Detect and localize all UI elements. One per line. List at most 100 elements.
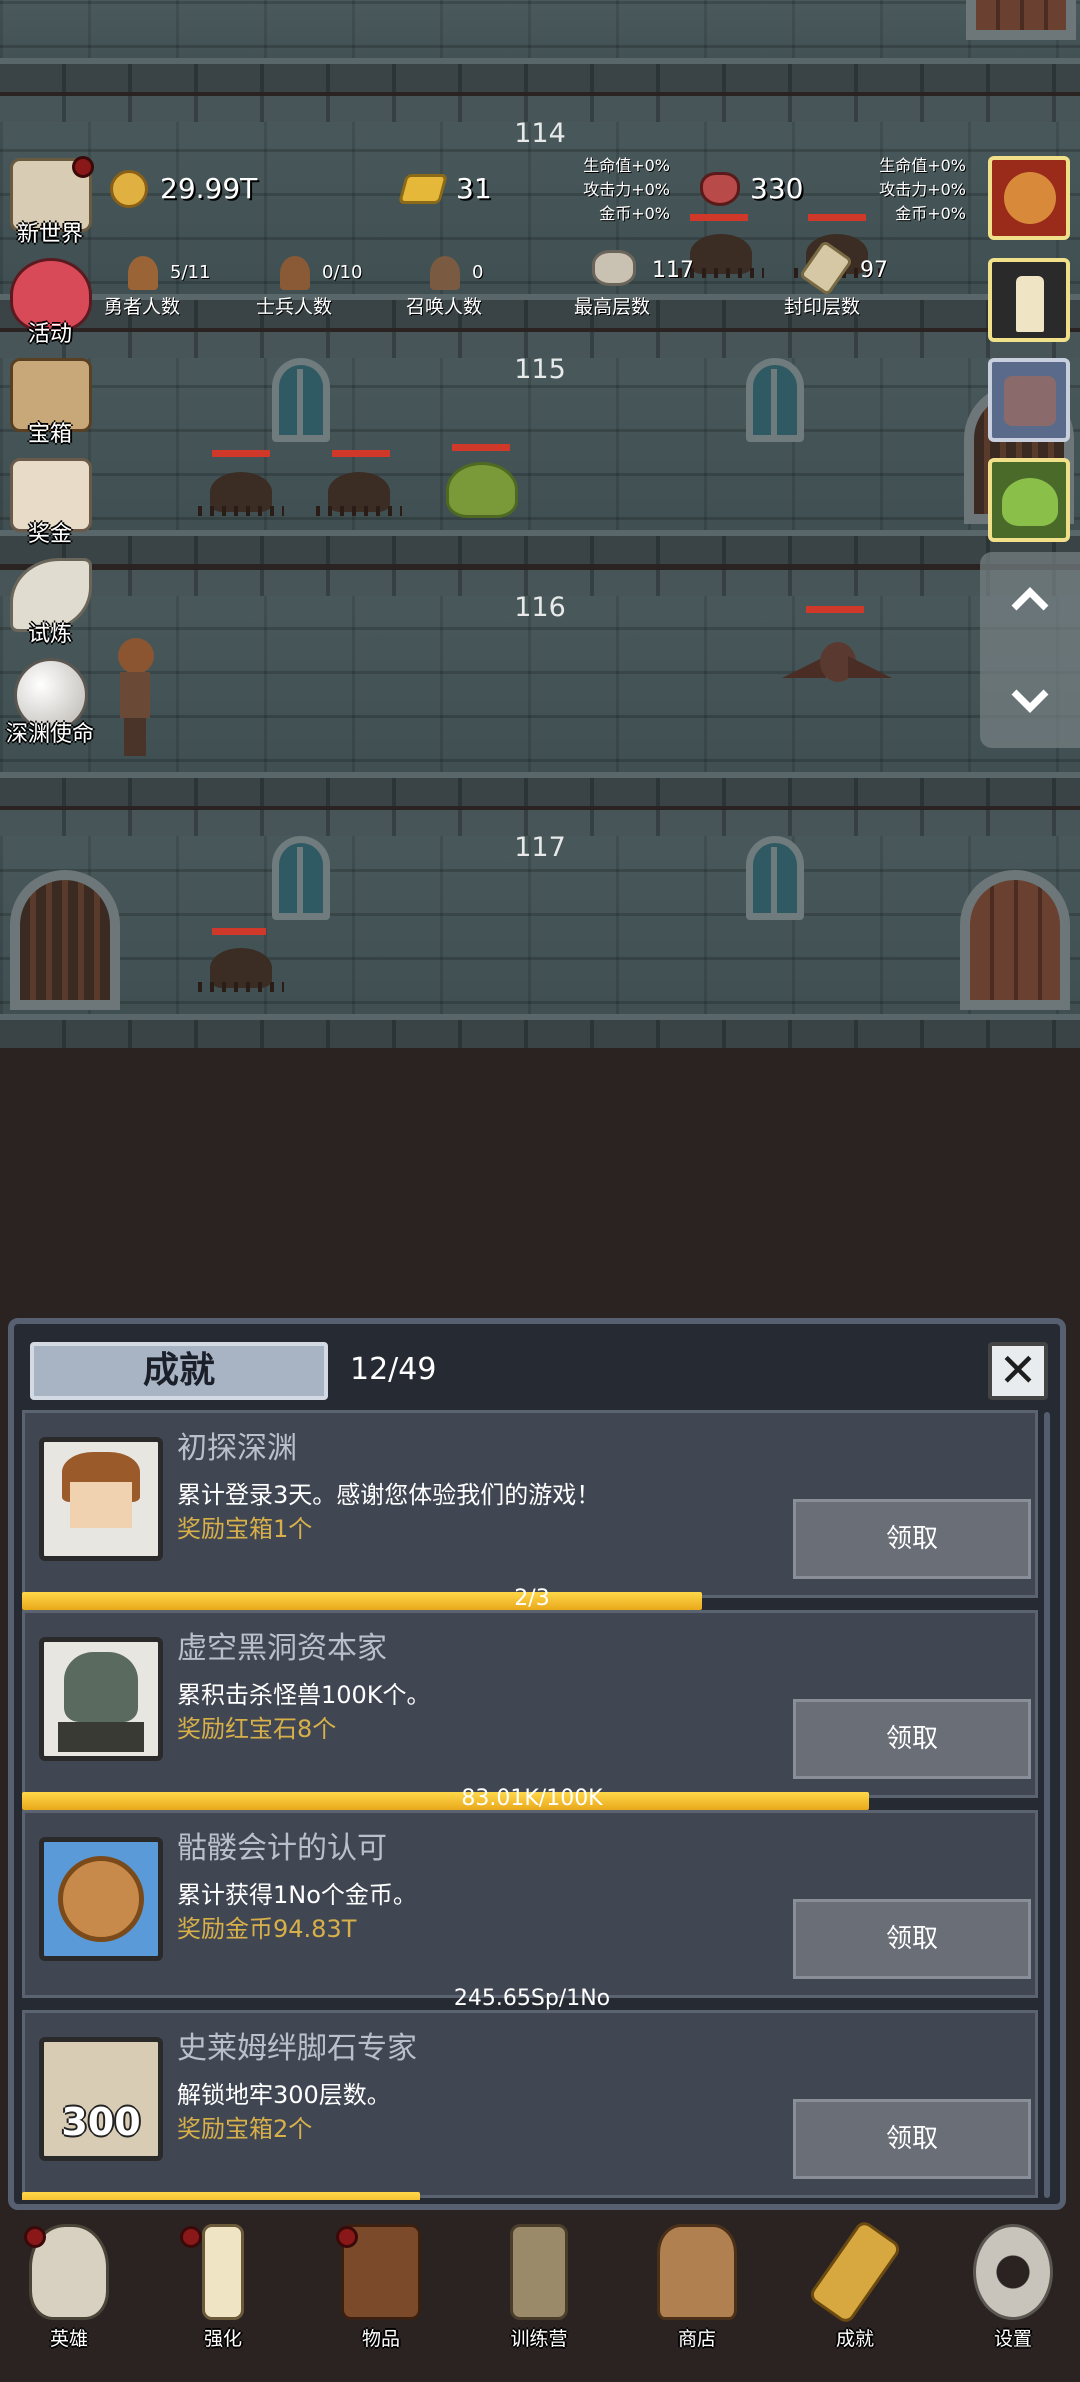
- claim-button[interactable]: 领取: [793, 2099, 1031, 2179]
- side-btn-label: 试炼: [27, 622, 72, 647]
- scroll-up-button[interactable]: [1010, 580, 1050, 620]
- claim-button[interactable]: 领取: [793, 1899, 1031, 1979]
- notification-dot: [72, 156, 94, 178]
- notification-dot: [24, 2226, 46, 2248]
- claim-button[interactable]: 领取: [793, 1499, 1031, 1579]
- candle-card[interactable]: [988, 258, 1070, 342]
- nav-label: 强化: [203, 2328, 242, 2350]
- nav-label: 商店: [677, 2328, 716, 2350]
- side-btn-chest[interactable]: 宝箱: [2, 352, 98, 448]
- ruby-icon: [700, 172, 740, 206]
- scroll-down-button[interactable]: [1010, 680, 1050, 720]
- hero-torso: [120, 672, 150, 718]
- bomb-card[interactable]: [988, 156, 1070, 240]
- map-300-number: 300: [61, 2100, 141, 2144]
- floor-ledge: [0, 58, 1080, 92]
- bottom-nav: 英雄 强化 物品 训练营 商店 成就 设置: [0, 2212, 1080, 2382]
- side-btn-label: 宝箱: [27, 422, 72, 447]
- bonus-hp: 生命值+0%: [583, 156, 670, 175]
- candle-icon: [202, 2224, 244, 2320]
- bonus-gold: 金币+0%: [599, 204, 670, 223]
- bonus-attack: 攻击力+0%: [879, 180, 966, 199]
- summon-icon: [430, 256, 460, 290]
- chest-monster-card[interactable]: [988, 358, 1070, 442]
- side-btn-trial[interactable]: 试炼: [2, 552, 98, 648]
- max-floor-value: 117: [652, 258, 694, 283]
- progress-text: 83.01K/100K: [461, 1786, 603, 1811]
- brave-label: 勇者人数: [104, 296, 181, 318]
- achievement-item: 300 史莱姆绊脚石专家 解锁地牢300层数。 奖励宝箱2个 领取: [22, 2010, 1038, 2198]
- bonus-stats-left: 生命值+0% 攻击力+0% 金币+0%: [560, 154, 670, 226]
- achievement-desc: 累积击杀怪兽100K个。: [177, 1681, 431, 1709]
- slime-icon: [1002, 478, 1058, 526]
- nav-label: 英雄: [49, 2328, 88, 2350]
- achievement-progress-bar: 245.65Sp/1No: [22, 1986, 1042, 2011]
- max-floor-label: 最高层数: [574, 296, 651, 318]
- coin-portrait-icon: [39, 1837, 163, 1961]
- achievement-reward: 奖励宝箱2个: [177, 2115, 313, 2143]
- enemy-hp-bar: [332, 450, 390, 457]
- achievement-reward: 奖励红宝石8个: [177, 1715, 337, 1743]
- sealed-floor-value: 97: [860, 258, 888, 283]
- floor-ledge: [0, 772, 1080, 806]
- achievement-reward: 奖励金币94.83T: [177, 1915, 357, 1943]
- gold-bar-amount: 31: [456, 172, 492, 205]
- claim-button[interactable]: 领取: [793, 1699, 1031, 1779]
- side-btn-label: 新世界: [16, 222, 83, 247]
- panel-title-tab: 成就: [30, 1342, 328, 1400]
- barred-arch: [10, 870, 120, 1010]
- achievement-name: 史莱姆绊脚石专家: [177, 2031, 417, 2066]
- coin-shape: [58, 1856, 144, 1942]
- nav-shop[interactable]: 商店: [642, 2224, 752, 2364]
- zombie-portrait-icon: [39, 1637, 163, 1761]
- enemy-hp-bar: [212, 928, 266, 935]
- nav-achievements[interactable]: 成就: [800, 2218, 910, 2364]
- achievement-desc: 累计登录3天。感谢您体验我们的游戏！: [177, 1481, 601, 1509]
- lantern-icon: [510, 2224, 568, 2320]
- beer-mug-icon: [657, 2224, 737, 2320]
- progress-text: 245.65Sp/1No: [453, 1986, 611, 2011]
- side-btn-label: 奖金: [27, 522, 72, 547]
- nav-heroes[interactable]: 英雄: [14, 2224, 124, 2364]
- achievement-desc: 累计获得1No个金币。: [177, 1881, 417, 1909]
- enemy-hp-bar: [690, 214, 748, 221]
- spider-enemy: [198, 472, 284, 516]
- close-button[interactable]: ✕: [988, 1342, 1048, 1400]
- summon-count: 0: [472, 262, 484, 283]
- portrait-head: [64, 1652, 138, 1722]
- chest-monster-icon: [1004, 376, 1056, 426]
- achievement-progress-bar: 83.01K/100K: [22, 1786, 1042, 1811]
- nav-label: 设置: [993, 2328, 1032, 2350]
- nav-label: 物品: [361, 2328, 400, 2350]
- side-btn-bonus[interactable]: 奖金: [2, 452, 98, 548]
- gold-coin-icon: [110, 170, 148, 208]
- side-btn-event[interactable]: 活动: [2, 252, 98, 348]
- nav-items[interactable]: 物品: [326, 2224, 436, 2364]
- soldier-count: 0/10: [322, 262, 363, 283]
- bonus-hp: 生命值+0%: [879, 156, 966, 175]
- map-300-icon: 300: [39, 2037, 163, 2161]
- nav-label: 成就: [835, 2328, 874, 2350]
- door: [960, 870, 1070, 1010]
- chevron-up-icon: [1011, 587, 1049, 611]
- nav-enhance[interactable]: 强化: [168, 2224, 278, 2364]
- achievement-progress-bar: [22, 2192, 1042, 2200]
- floor-number: 117: [514, 832, 566, 863]
- bomb-icon: [1004, 172, 1056, 224]
- ruby-amount: 330: [750, 172, 804, 205]
- achievement-progress-bar: 2/3: [22, 1586, 1042, 1611]
- slime-enemy: [446, 462, 518, 518]
- nav-settings[interactable]: 设置: [958, 2224, 1068, 2364]
- slime-card[interactable]: [988, 458, 1070, 542]
- side-btn-new-world[interactable]: 新世界: [2, 152, 98, 248]
- side-btn-abyss-mission[interactable]: 深渊使命: [2, 652, 98, 748]
- bat-wing: [848, 656, 892, 678]
- achievement-desc: 解锁地牢300层数。: [177, 2081, 391, 2109]
- sealed-floor-label: 封印层数: [784, 296, 861, 318]
- spider-enemy: [198, 948, 284, 992]
- notification-dot: [336, 2226, 358, 2248]
- floor-ledge: [0, 1014, 1080, 1048]
- achievement-list[interactable]: 初探深渊 累计登录3天。感谢您体验我们的游戏！ 奖励宝箱1个 领取 2/3 虚空…: [22, 1410, 1046, 2200]
- achievement-count: 12/49: [350, 1352, 437, 1387]
- nav-training-camp[interactable]: 训练营: [484, 2224, 594, 2364]
